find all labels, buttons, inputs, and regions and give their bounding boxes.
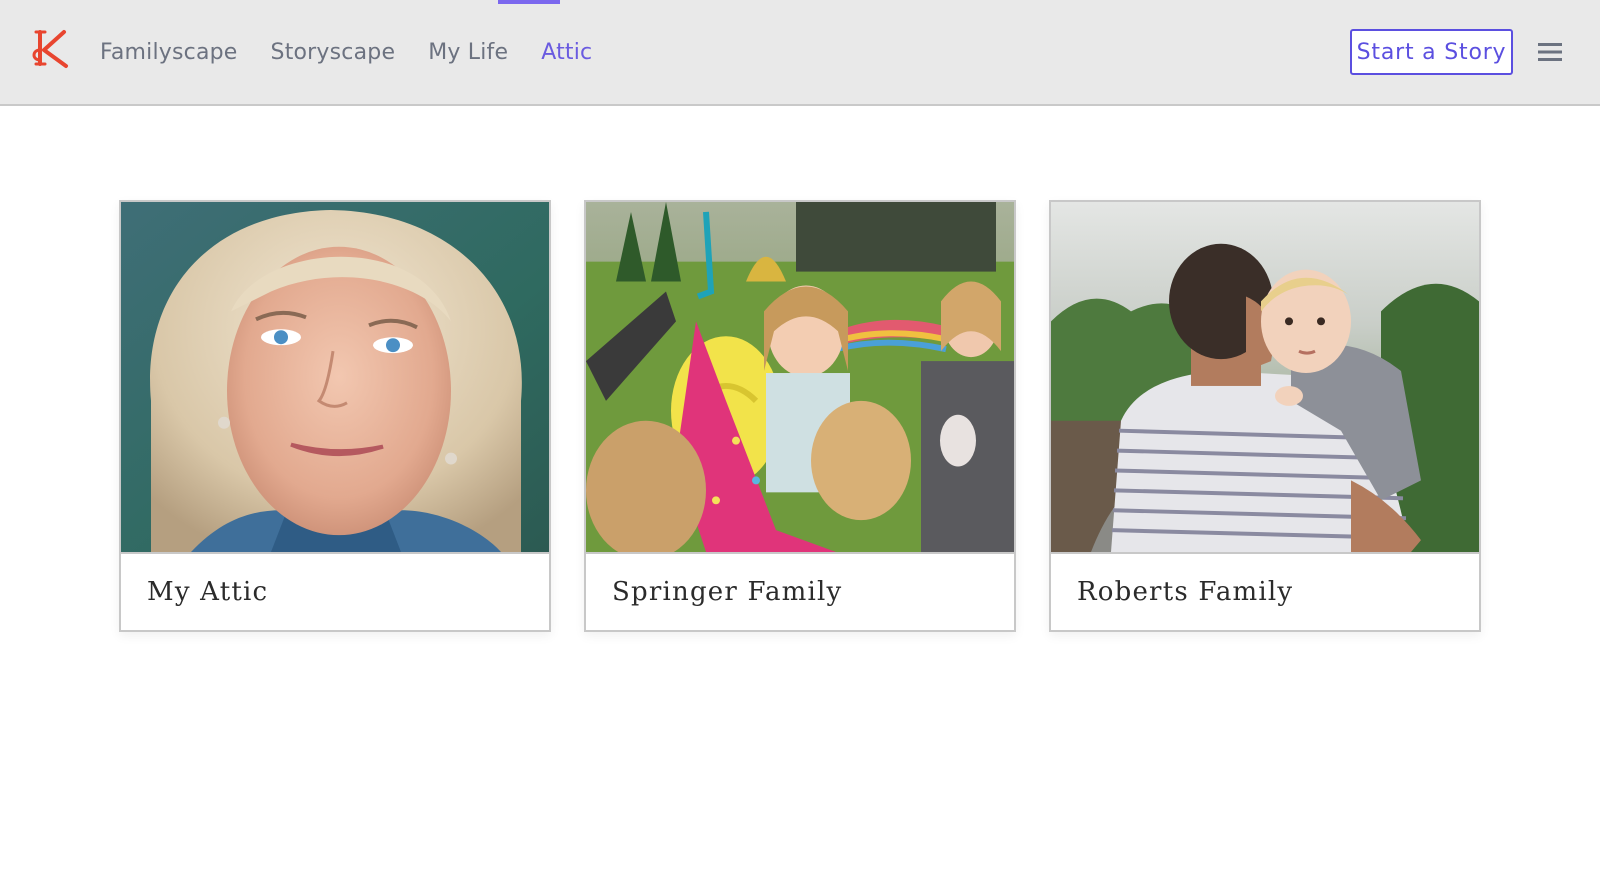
hamburger-menu-icon[interactable] xyxy=(1538,41,1562,63)
start-a-story-button[interactable]: Start a Story xyxy=(1350,29,1513,75)
card-title: My Attic xyxy=(147,577,269,607)
top-navigation-bar: Familyscape Storyscape My Life Attic Sta… xyxy=(0,0,1600,106)
attic-card-springer-family[interactable]: Springer Family xyxy=(584,200,1016,632)
nav-my-life[interactable]: My Life xyxy=(428,40,508,65)
nav-storyscape[interactable]: Storyscape xyxy=(271,40,396,65)
children-party-pinata-photo xyxy=(586,202,1014,554)
attic-card-my-attic[interactable]: My Attic xyxy=(119,200,551,632)
card-title: Roberts Family xyxy=(1077,577,1294,607)
card-title: Springer Family xyxy=(612,577,843,607)
primary-nav: Familyscape Storyscape My Life Attic xyxy=(100,0,625,104)
nav-attic[interactable]: Attic xyxy=(541,40,592,65)
nav-familyscape[interactable]: Familyscape xyxy=(100,40,238,65)
father-carrying-child-photo xyxy=(1051,202,1479,554)
attic-card-roberts-family[interactable]: Roberts Family xyxy=(1049,200,1481,632)
attic-card-grid: My Attic Springer Family Roberts Family xyxy=(119,200,1481,632)
brand-logo-icon[interactable] xyxy=(30,26,72,70)
portrait-blonde-woman-photo xyxy=(121,202,549,554)
